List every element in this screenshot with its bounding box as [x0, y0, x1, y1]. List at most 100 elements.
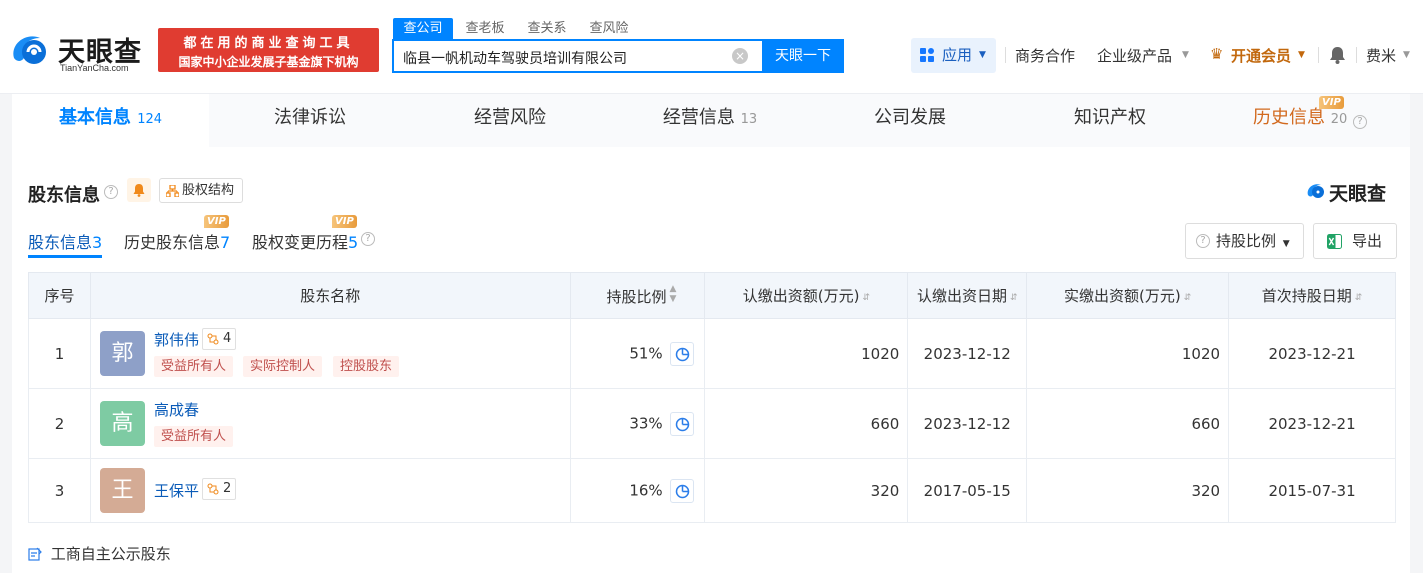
tab-history-info[interactable]: 历史信息 20 ?: [1210, 94, 1410, 147]
subtab-shareholders[interactable]: 股东信息3: [28, 229, 102, 253]
related-companies-button[interactable]: 2: [201, 478, 237, 500]
cell-ratio: 51%: [569, 318, 706, 389]
main-tabs: 基本信息 124 法律诉讼 经营风险 经营信息 13 公司发展 知识产权 历史信…: [12, 94, 1410, 147]
related-count: 4: [222, 331, 232, 346]
avatar[interactable]: 王: [99, 468, 145, 513]
relation-icon: [207, 483, 219, 495]
nav-open-vip[interactable]: 开通会员: [1231, 45, 1291, 66]
ratio-value: 51%: [629, 344, 663, 362]
banner-line-1: 都在用的商业查询工具: [183, 36, 354, 51]
equity-structure-label: 股权结构: [182, 183, 235, 198]
banner-line-2: 国家中小企业发展子基金旗下机构: [178, 55, 359, 69]
monitor-bell-button[interactable]: [127, 178, 151, 202]
col-header-name: 股东名称: [89, 272, 571, 319]
help-icon: ?: [1196, 234, 1210, 248]
structure-icon: [166, 185, 179, 197]
col-header-paid-amount[interactable]: 实缴出资额(万元) ⇵: [1026, 272, 1230, 319]
sort-icon: ⇵: [1009, 293, 1018, 303]
table-header-row: 序号 股东名称 持股比例 ▲ ▼ 认缴出资额(万元) ⇵ 认缴出资日期 ⇵ 实缴出资额(…: [28, 272, 1396, 319]
pie-chart-icon[interactable]: [670, 411, 695, 436]
self-disclosed-shareholders-link[interactable]: 工商自主公示股东: [28, 543, 171, 564]
search-input[interactable]: 临县一帆机动车驾驶员培训有限公司: [403, 48, 627, 68]
pie-chart-icon[interactable]: [670, 341, 695, 366]
cell-shareholder: 郭 郭伟伟 4 受益所有人 实际控制人 控股股东: [89, 318, 571, 389]
related-companies-button[interactable]: 4: [201, 328, 237, 350]
sort-icon: ⇵: [1354, 293, 1363, 303]
tag-beneficial-owner: 受益所有人: [153, 356, 233, 377]
vip-badge: VIP: [204, 215, 229, 228]
col-header-first-date[interactable]: 首次持股日期 ⇵: [1228, 272, 1396, 319]
subtab-label: 历史股东信息: [124, 233, 221, 252]
export-button[interactable]: 导出: [1313, 223, 1397, 259]
tab-legal[interactable]: 法律诉讼: [210, 94, 410, 147]
tab-basic-info[interactable]: 基本信息 124: [12, 94, 209, 147]
cell-subscribed-amount: 1020: [704, 318, 909, 389]
shareholder-name-link[interactable]: 高成春: [154, 399, 199, 420]
tab-label: 知识产权: [1074, 107, 1146, 128]
document-icon: [28, 547, 42, 561]
tab-label: 法律诉讼: [274, 107, 346, 128]
avatar[interactable]: 郭: [99, 331, 145, 376]
cell-subscribed-date: 2023-12-12: [907, 318, 1028, 389]
brand-text: 天眼查: [1329, 183, 1387, 205]
help-icon[interactable]: ?: [361, 232, 375, 246]
table-row: 2 高 高成春 受益所有人 33% 660 2023-12-12 660 202…: [28, 388, 1396, 459]
chevron-down-icon: ▼: [1298, 50, 1305, 60]
col-header-subscribed-amount[interactable]: 认缴出资额(万元) ⇵: [704, 272, 909, 319]
equity-structure-button[interactable]: 股权结构: [159, 178, 243, 203]
divider: [1356, 47, 1357, 63]
avatar[interactable]: 高: [99, 401, 145, 446]
subtab-label: 股权变更历程: [252, 233, 349, 252]
promo-banner[interactable]: 都在用的商业查询工具 国家中小企业发展子基金旗下机构: [158, 28, 379, 72]
nav-enterprise-products[interactable]: 企业级产品: [1097, 45, 1172, 66]
pie-chart-icon[interactable]: [670, 478, 695, 503]
subtab-history-shareholders[interactable]: 历史股东信息7: [124, 229, 230, 253]
subtab-label: 股东信息: [28, 233, 93, 252]
help-icon[interactable]: ?: [104, 185, 118, 199]
tab-intellectual-property[interactable]: 知识产权: [1010, 94, 1210, 147]
shareholder-section: 股东信息 ? 股权结构 天眼查 股东信息3 历史股东信息7 VIP 股权变更历程…: [12, 147, 1410, 573]
cell-first-date: 2023-12-21: [1228, 318, 1396, 389]
tab-operating-risk[interactable]: 经营风险: [410, 94, 610, 147]
search-tab-relation[interactable]: 查关系: [517, 18, 577, 39]
clear-icon[interactable]: ×: [732, 48, 748, 64]
tianyancha-logo[interactable]: 天眼查 TianYanCha.com: [8, 28, 153, 74]
header-label: 持股比例: [606, 288, 667, 306]
cell-paid-amount: 1020: [1026, 318, 1230, 389]
nav-business-cooperation[interactable]: 商务合作: [1015, 45, 1075, 66]
ratio-value: 16%: [629, 481, 663, 499]
subtab-equity-changes[interactable]: 股权变更历程5: [252, 229, 358, 253]
header-label: 认缴出资额(万元): [742, 287, 860, 305]
holding-ratio-filter-button[interactable]: ? 持股比例 ▼: [1185, 223, 1304, 259]
divider: [1318, 47, 1319, 63]
cell-subscribed-amount: 320: [704, 458, 909, 523]
header-label: 认缴出资日期: [916, 287, 1007, 305]
section-title: 股东信息: [28, 185, 100, 206]
cell-subscribed-date: 2023-12-12: [907, 388, 1028, 459]
search-tab-boss[interactable]: 查老板: [455, 18, 515, 39]
col-header-no: 序号: [28, 272, 91, 319]
cell-ratio: 33%: [569, 388, 706, 459]
tab-operating-info[interactable]: 经营信息 13: [610, 94, 810, 147]
tab-count: 20: [1330, 112, 1348, 127]
col-header-subscribed-date[interactable]: 认缴出资日期 ⇵: [907, 272, 1028, 319]
col-header-ratio[interactable]: 持股比例 ▲ ▼: [569, 272, 706, 319]
tianyancha-logo-icon: [13, 36, 46, 64]
chevron-down-icon: ▼: [1182, 50, 1189, 60]
active-tab-underline: [28, 255, 102, 258]
shareholder-name-link[interactable]: 王保平: [154, 480, 199, 501]
search-tab-risk[interactable]: 查风险: [579, 18, 639, 39]
user-name[interactable]: 费米: [1366, 45, 1396, 66]
tab-count: 13: [740, 112, 758, 127]
search-tab-company[interactable]: 查公司: [393, 18, 453, 39]
help-icon[interactable]: ?: [1353, 115, 1367, 129]
subtab-count: 7: [220, 233, 231, 252]
tab-label: 经营风险: [474, 107, 546, 128]
bell-icon[interactable]: [1329, 46, 1346, 64]
shareholder-name-link[interactable]: 郭伟伟: [154, 329, 199, 350]
tab-company-development[interactable]: 公司发展: [810, 94, 1010, 147]
apps-menu-button[interactable]: 应用 ▼: [911, 38, 996, 73]
vip-badge: VIP: [1319, 96, 1344, 109]
search-button[interactable]: 天眼一下: [762, 39, 844, 73]
cell-shareholder: 高 高成春 受益所有人: [89, 388, 571, 459]
